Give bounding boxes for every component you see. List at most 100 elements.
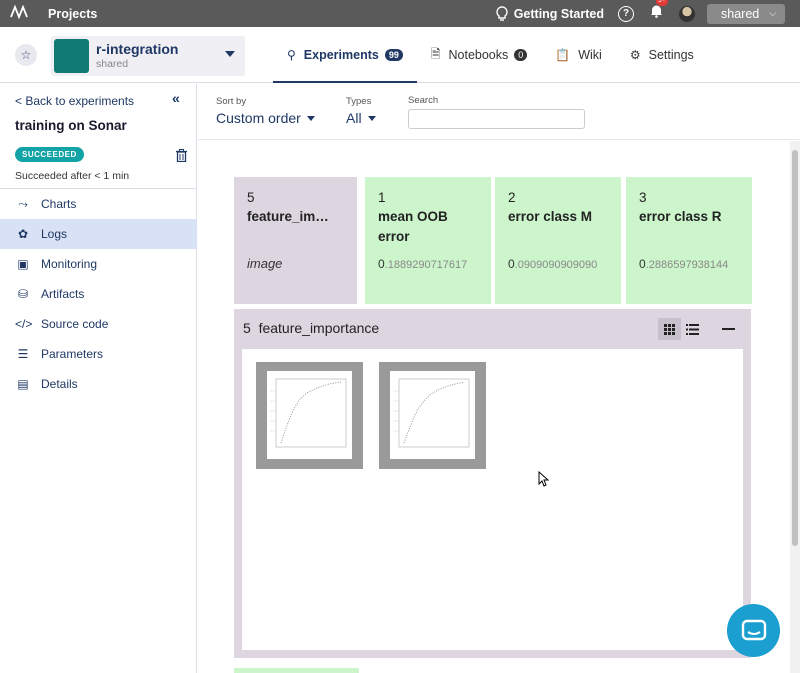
channel-number: 2 [508,190,516,205]
tab-label: Experiments [303,48,379,62]
scrollbar-thumb[interactable] [792,150,798,546]
channel-number: 5 [247,190,255,205]
logs-content: 5 feature_im… image 1 mean OOB error 0.1… [198,141,790,673]
avatar[interactable] [679,5,695,22]
org-label: shared [721,6,760,21]
help-icon[interactable]: ? [618,5,634,22]
sort-select[interactable]: Custom order [216,110,315,126]
collapse-sidebar-icon[interactable]: « [172,90,180,106]
chevron-down-icon: ⌵ [769,8,777,18]
flask-icon: ⚲ [287,48,296,62]
sidebar-nav: ⤳ Charts ✿ Logs ▣ Monitoring ⛁ Artifacts… [0,189,197,399]
star-icon[interactable]: ☆ [15,44,37,66]
sidebar-item-charts[interactable]: ⤳ Charts [0,189,197,219]
channel-name: error class M [508,209,593,224]
view-toggle [658,318,704,340]
types-select[interactable]: All [346,110,376,126]
notebook-icon: 🗎 [430,46,441,61]
image-thumbnail[interactable] [379,362,486,469]
tab-count: 0 [514,49,528,61]
sidebar-item-parameters[interactable]: ☰ Parameters [0,339,197,369]
sliders-icon: ☰ [17,347,29,361]
project-selector[interactable]: r-integration shared [51,36,245,76]
channel-card-metric[interactable]: 1 mean OOB error 0.1889290717617 [365,177,491,304]
project-tabs: ⚲ Experiments 99 🗎 Notebooks 0 📋 Wiki ⚙ … [273,27,708,83]
database-icon: ⛁ [17,287,29,301]
channel-value-lead: 0 [639,257,646,271]
caret-down-icon [225,51,235,57]
chip-icon: ▣ [17,257,29,271]
sidebar-item-monitoring[interactable]: ▣ Monitoring [0,249,197,279]
bell-icon [651,5,662,18]
sidebar-item-label: Monitoring [41,257,98,271]
neptune-logo-icon[interactable] [10,4,34,23]
sort-label: Sort by [216,96,247,107]
org-switcher[interactable]: shared ⌵ [707,3,785,24]
channel-number: 1 [378,190,386,205]
channel-card-metric[interactable] [234,668,359,673]
channel-value-rest: .2886597938144 [645,259,729,271]
image-thumbnail[interactable] [256,362,363,469]
channel-value: 0.0909090909090 [508,257,608,271]
details-icon: ▤ [17,377,29,391]
caret-down-icon [367,115,376,121]
panel-title: 5 feature_importance [243,320,379,336]
getting-started-button[interactable]: Getting Started [496,6,604,21]
image-channel-panel: 5 feature_importance [234,309,751,658]
project-avatar [54,39,89,73]
channel-card-image[interactable]: 5 feature_im… image [234,177,357,304]
grid-view-icon[interactable] [658,318,681,340]
top-bar: Projects Getting Started ? 9+ shared ⌵ [0,0,800,27]
code-icon: </> [15,317,33,331]
project-org: shared [96,58,129,70]
projects-link[interactable]: Projects [48,7,97,21]
image-gallery [242,349,743,650]
channel-name: error class R [639,209,722,224]
back-to-experiments-link[interactable]: < Back to experiments [15,94,134,108]
sidebar-item-details[interactable]: ▤ Details [0,369,197,399]
status-badge: SUCCEEDED [15,147,84,162]
channel-value-rest: .0909090909090 [514,259,598,271]
channel-card-metric[interactable]: 3 error class R 0.2886597938144 [626,177,752,304]
tab-label: Settings [648,48,694,62]
tab-settings[interactable]: ⚙ Settings [616,27,708,83]
lightbulb-icon [496,6,508,21]
tab-label: Wiki [578,48,602,62]
tab-label: Notebooks [448,48,509,62]
channel-name: feature_im… [247,209,329,224]
clipboard-icon: 📋 [555,48,571,62]
getting-started-label: Getting Started [513,6,604,21]
trash-icon[interactable] [176,149,187,165]
sidebar-item-source-code[interactable]: </> Source code [0,309,197,339]
search-input[interactable] [408,109,585,129]
tab-count: 99 [384,49,403,61]
sidebar-item-artifacts[interactable]: ⛁ Artifacts [0,279,197,309]
channel-value-lead: 0 [508,257,515,271]
channel-name: mean OOB error [378,209,448,244]
channel-card-metric[interactable]: 2 error class M 0.0909090909090 [495,177,621,304]
notification-badge: 9+ [656,0,668,6]
channel-value: 0.1889290717617 [378,257,478,271]
list-view-icon[interactable] [681,318,704,340]
chat-icon [741,619,766,640]
panel-name: feature_importance [258,320,380,336]
mouse-pointer-icon [538,470,550,492]
sort-value: Custom order [216,110,301,126]
chat-support-button[interactable] [727,604,780,657]
sidebar-item-label: Artifacts [41,287,85,301]
project-header: ☆ r-integration shared ⚲ Experiments 99 … [0,27,800,83]
tab-wiki[interactable]: 📋 Wiki [541,27,616,83]
tab-experiments[interactable]: ⚲ Experiments 99 [273,27,417,83]
sidebar-item-logs[interactable]: ✿ Logs [0,219,197,249]
filter-bar: Sort by Custom order Types All Search [198,84,800,140]
feature-importance-plot-image [390,371,475,459]
collapse-panel-icon[interactable] [722,328,735,330]
notifications-bell[interactable]: 9+ [650,0,668,23]
sidebar-item-label: Details [41,377,78,391]
tab-notebooks[interactable]: 🗎 Notebooks 0 [417,27,541,83]
types-value: All [346,110,362,126]
project-name: r-integration [96,41,179,57]
feature-importance-plot-image [267,371,352,459]
sidebar-item-label: Parameters [41,347,104,361]
caret-down-icon [306,115,315,121]
